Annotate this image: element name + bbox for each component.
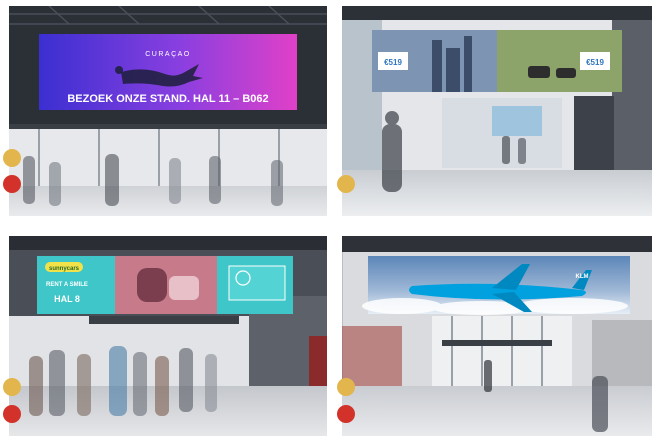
gold-dot xyxy=(3,149,21,167)
sunnycars-tagline: RENT A SMILE xyxy=(46,282,88,288)
price-left: €519 xyxy=(384,58,402,67)
photo-klm-billboard: KLM xyxy=(342,236,652,436)
hall-scene-3: sunnycars RENT A SMILE HAL 8 xyxy=(9,236,327,436)
red-dot xyxy=(3,405,21,423)
curacao-headline: BEZOEK ONZE STAND. HAL 11 – B062 xyxy=(67,93,268,105)
sunnycars-hall: HAL 8 xyxy=(54,294,80,304)
klm-tail-logo: KLM xyxy=(576,274,589,280)
gold-dot xyxy=(337,378,355,396)
airport-billboard-collage: CURAÇAO BEZOEK ONZE STAND. HAL 11 – B062 xyxy=(0,0,656,437)
sunnycars-brand: sunnycars xyxy=(49,266,80,272)
red-dot xyxy=(337,405,355,423)
hall-scene-4: KLM xyxy=(342,236,652,436)
hall-scene-1: CURAÇAO BEZOEK ONZE STAND. HAL 11 – B062 xyxy=(9,6,327,216)
gold-dot xyxy=(3,378,21,396)
photo-sunnycars-billboard: sunnycars RENT A SMILE HAL 8 xyxy=(9,236,327,436)
photo-curacao-billboard: CURAÇAO BEZOEK ONZE STAND. HAL 11 – B062 xyxy=(9,6,327,216)
hall-scene-2: €519 €519 xyxy=(342,6,652,216)
red-dot xyxy=(3,175,21,193)
curacao-logo: CURAÇAO xyxy=(145,51,191,58)
gold-dot xyxy=(337,175,355,193)
photo-travel-billboard: €519 €519 xyxy=(342,6,652,216)
price-right: €519 xyxy=(586,58,604,67)
